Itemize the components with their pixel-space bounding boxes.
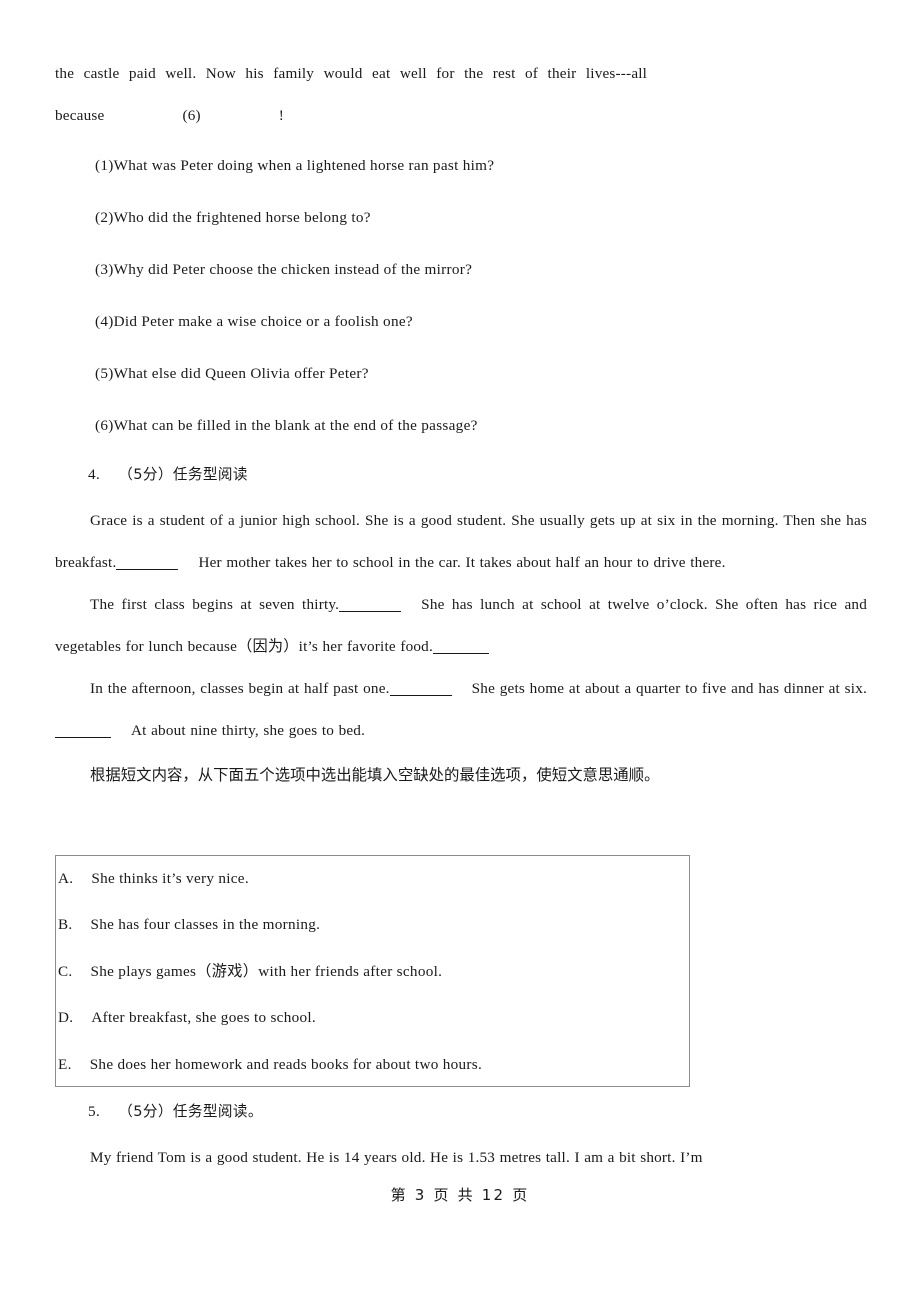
option-item-c: C. She plays games（游戏）with her friends af… <box>56 949 689 995</box>
question-item: (6)What can be filled in the blank at th… <box>55 400 867 452</box>
answer-blank <box>339 611 402 612</box>
answer-blank <box>55 737 111 738</box>
question-item: (3)Why did Peter choose the chicken inst… <box>55 244 867 296</box>
answer-blank <box>116 569 179 570</box>
option-text: She plays games（游戏）with her friends afte… <box>90 962 443 980</box>
question-item: (1)What was Peter doing when a lightened… <box>55 140 867 192</box>
question-list: (1)What was Peter doing when a lightened… <box>55 140 867 452</box>
grace-paragraph-2: The first class begins at seven thirty. S… <box>55 584 867 668</box>
continued-passage: the castle paid well. Now his family wou… <box>55 53 867 137</box>
question-text: Why did Peter choose the chicken instead… <box>113 261 473 278</box>
question-label: (6) <box>95 417 114 434</box>
tom-paragraph-1: My friend Tom is a good student. He is 1… <box>90 1149 703 1166</box>
option-letter: A. <box>58 870 74 887</box>
page-footer: 第 3 页 共 12 页 <box>390 1186 530 1204</box>
option-item-a: A. She thinks it’s very nice. <box>56 856 689 902</box>
question-label: (2) <box>95 209 114 226</box>
options-box: A. She thinks it’s very nice. B. She has f… <box>55 855 690 1087</box>
section-5-title: 任务型阅读。 <box>172 1103 263 1120</box>
section-4-heading: 4. （5分）任务型阅读 <box>55 450 867 500</box>
option-letter: B. <box>58 916 73 934</box>
section-5-number: 5. <box>88 1103 101 1120</box>
section-5: 5. （5分）任务型阅读。 My friend Tom is a good stu… <box>55 1087 867 1179</box>
section-4-number: 4. <box>88 466 101 483</box>
grace-paragraph-3: In the afternoon, classes begin at half … <box>55 668 867 752</box>
grace-p1-part2: Her mother takes her to school in the ca… <box>198 554 726 571</box>
question-text: What was Peter doing when a lightened ho… <box>113 157 495 174</box>
question-item: (5)What else did Queen Olivia offer Pete… <box>55 348 867 400</box>
grace-p3-part1: In the afternoon, classes begin at half … <box>90 680 390 697</box>
passage-line2-end: ! <box>278 107 285 124</box>
option-letter: D. <box>58 1009 74 1027</box>
answer-blank <box>432 653 489 654</box>
question-label: (5) <box>95 365 114 382</box>
passage-line2-lead: because <box>55 107 105 124</box>
grace-p3-part2: She gets home at about a quarter to five… <box>471 680 867 697</box>
option-letter: C. <box>58 962 73 980</box>
question-item: (2)Who did the frightened horse belong t… <box>55 192 867 244</box>
document-page: the castle paid well. Now his family wou… <box>0 0 920 1302</box>
question-text: Who did the frightened horse belong to? <box>113 209 371 226</box>
answer-blank <box>389 695 452 696</box>
grace-paragraph-1: Grace is a student of a junior high scho… <box>55 500 867 584</box>
passage-blank-marker: (6) <box>182 107 201 124</box>
section-4-title: 任务型阅读 <box>172 466 248 483</box>
section-4: 4. （5分）任务型阅读 Grace is a student of a juni… <box>55 450 867 798</box>
option-text: She thinks it’s very nice. <box>91 870 249 887</box>
question-label: (1) <box>95 157 114 174</box>
option-item-e: E. She does her homework and reads books … <box>56 1042 689 1088</box>
option-letter: E. <box>58 1055 72 1073</box>
question-text: What can be filled in the blank at the e… <box>113 417 478 434</box>
option-text: After breakfast, she goes to school. <box>91 1009 317 1027</box>
question-item: (4)Did Peter make a wise choice or a foo… <box>55 296 867 348</box>
option-item-b: B. She has four classes in the morning. <box>56 902 689 948</box>
question-text: Did Peter make a wise choice or a foolis… <box>113 313 413 330</box>
option-text: She has four classes in the morning. <box>90 916 321 934</box>
section-4-instruction: 根据短文内容，从下面五个选项中选出能填入空缺处的最佳选项，使短文意思通顺。 <box>90 766 660 784</box>
question-text: What else did Queen Olivia offer Peter? <box>113 365 369 382</box>
option-item-d: D. After breakfast, she goes to school. <box>56 995 689 1041</box>
option-text: She does her homework and reads books fo… <box>89 1055 483 1073</box>
section-4-score: （5分） <box>118 466 173 483</box>
question-label: (3) <box>95 261 114 278</box>
section-5-heading: 5. （5分）任务型阅读。 <box>55 1087 867 1137</box>
grace-p3-part3: At about nine thirty, she goes to bed. <box>131 722 366 739</box>
passage-line-1: the castle paid well. Now his family wou… <box>55 65 648 82</box>
question-label: (4) <box>95 313 114 330</box>
grace-p2-part1: The first class begins at seven thirty. <box>90 596 340 613</box>
section-5-score: （5分） <box>118 1103 173 1120</box>
passage-line-2: because (6)! <box>55 95 867 137</box>
